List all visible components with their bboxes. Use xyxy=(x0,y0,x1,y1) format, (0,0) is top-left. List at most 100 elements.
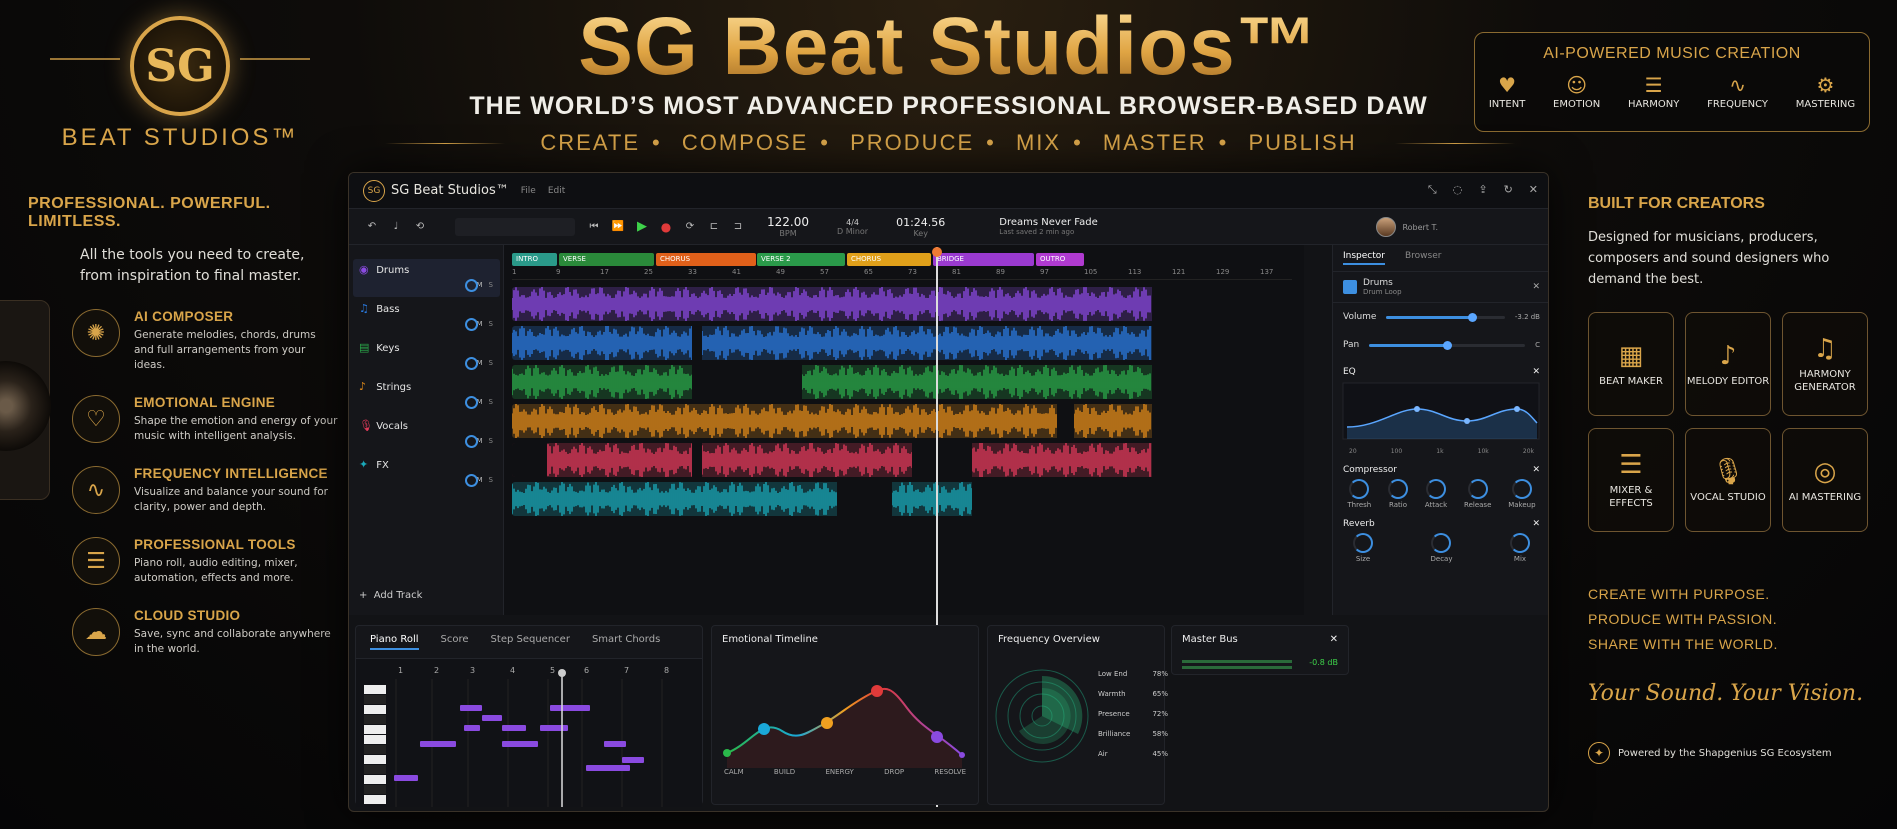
ai-frequency[interactable]: ∿ FREQUENCY xyxy=(1707,73,1768,110)
pan-label: Pan xyxy=(1343,340,1360,350)
chat-icon[interactable]: ◌ xyxy=(1453,183,1463,197)
feature-professional-tools: ☰ PROFESSIONAL TOOLS Piano roll, audio ed… xyxy=(28,537,338,586)
close-icon[interactable]: ✕ xyxy=(1532,282,1540,292)
tool-selector[interactable] xyxy=(455,217,575,236)
track-header[interactable]: 🎙 Vocals MS xyxy=(353,415,500,453)
section-marker[interactable]: OUTRO xyxy=(1036,253,1084,266)
close-icon[interactable]: ✕ xyxy=(1529,183,1538,197)
record-icon[interactable]: ● xyxy=(657,218,675,236)
undo-icon[interactable]: ↶ xyxy=(363,218,381,236)
track-pan-knob[interactable] xyxy=(465,396,478,409)
timeline-ruler[interactable]: 1 9 17 25 33 41 49 57 65 73 81 89 97 105 113 121 129 137 xyxy=(512,268,1292,280)
section-marker[interactable]: VERSE xyxy=(559,253,654,266)
track-pan-knob[interactable] xyxy=(465,318,478,331)
loop-icon[interactable]: ⟳ xyxy=(681,218,699,236)
track-header[interactable]: ◉ Drums MS xyxy=(353,259,500,297)
skip-back-icon[interactable]: ⏮ xyxy=(585,218,603,236)
track-pan-knob[interactable] xyxy=(465,435,478,448)
tool-harmony-generator[interactable]: ♫ HARMONY GENERATOR xyxy=(1782,312,1868,416)
track-pan-knob[interactable] xyxy=(465,357,478,370)
share-icon[interactable]: ⇪ xyxy=(1478,183,1487,197)
fx-knob[interactable]: Attack xyxy=(1425,479,1447,509)
close-icon[interactable]: ✕ xyxy=(1532,465,1540,475)
fx-knob[interactable]: Thresh xyxy=(1347,479,1371,509)
solo-button[interactable]: S xyxy=(489,437,493,445)
tool-beat-maker[interactable]: ▦ BEAT MAKER xyxy=(1588,312,1674,416)
signature-display[interactable]: 4/4 D Minor xyxy=(837,218,868,236)
loop-mode-icon[interactable]: ⟲ xyxy=(411,218,429,236)
track-lane[interactable] xyxy=(512,404,1302,438)
track-lane[interactable] xyxy=(512,287,1302,321)
band-name: Low End xyxy=(1098,670,1128,678)
tool-mixer-effects[interactable]: ☰ MIXER & EFFECTS xyxy=(1588,428,1674,532)
volume-slider[interactable] xyxy=(1386,312,1505,322)
section-marker[interactable]: CHORUS xyxy=(847,253,931,266)
solo-button[interactable]: S xyxy=(489,281,493,289)
track-lane[interactable] xyxy=(512,482,1302,516)
solo-button[interactable]: S xyxy=(489,320,493,328)
emotion-curve[interactable] xyxy=(712,653,978,773)
ai-mastering[interactable]: ⚙ MASTERING xyxy=(1796,73,1855,110)
tab-smart-chords[interactable]: Smart Chords xyxy=(592,634,660,650)
count-in-icon[interactable]: ⊐ xyxy=(729,218,747,236)
punch-icon[interactable]: ⊏ xyxy=(705,218,723,236)
fast-forward-icon[interactable]: ⏩ xyxy=(609,218,627,236)
fx-knob[interactable]: Ratio xyxy=(1388,479,1409,509)
tempo-value: 122.00 xyxy=(767,215,809,229)
eq-curve[interactable] xyxy=(1337,379,1547,449)
fx-knob[interactable]: Release xyxy=(1464,479,1491,509)
user-menu[interactable]: Robert T. xyxy=(1376,217,1438,237)
solo-button[interactable]: S xyxy=(489,476,493,484)
left-feature-column: PROFESSIONAL. POWERFUL. LIMITLESS. All t… xyxy=(28,195,338,657)
collapse-icon[interactable]: ⤡ xyxy=(1428,183,1437,197)
fx-knob[interactable]: Makeup xyxy=(1508,479,1536,509)
section-marker[interactable]: CHORUS xyxy=(656,253,756,266)
solo-button[interactable]: S xyxy=(489,398,493,406)
track-lane[interactable] xyxy=(512,326,1302,360)
fx-knob[interactable]: Decay xyxy=(1431,533,1452,563)
track-name: Drums xyxy=(376,265,410,276)
section-marker[interactable]: BRIDGE xyxy=(933,253,1034,266)
tab-score[interactable]: Score xyxy=(441,634,469,650)
piano-roll-grid[interactable]: 1 2 3 4 5 6 7 8 xyxy=(356,659,702,807)
song-info[interactable]: Dreams Never Fade Last saved 2 min ago xyxy=(999,217,1097,236)
section-marker[interactable]: INTRO xyxy=(512,253,557,266)
ai-intent[interactable]: ♥ INTENT xyxy=(1489,73,1525,110)
track-header[interactable]: ▤ Keys MS xyxy=(353,337,500,375)
brain-icon: ✺ xyxy=(72,309,120,357)
track-header[interactable]: ♪ Strings MS xyxy=(353,376,500,414)
track-header[interactable]: ♫ Bass MS xyxy=(353,298,500,336)
tab-step-sequencer[interactable]: Step Sequencer xyxy=(491,634,570,650)
close-icon[interactable]: ✕ xyxy=(1532,519,1540,529)
tab-browser[interactable]: Browser xyxy=(1405,251,1441,265)
solo-button[interactable]: S xyxy=(489,359,493,367)
close-icon[interactable]: ✕ xyxy=(1532,367,1540,377)
menu-edit[interactable]: Edit xyxy=(548,186,565,196)
arrangement-view[interactable]: INTRO VERSE CHORUS VERSE 2 CHORUS BRIDGE OUTRO… xyxy=(504,245,1304,807)
pan-slider[interactable] xyxy=(1369,340,1526,350)
playhead-handle[interactable] xyxy=(932,247,942,257)
close-icon[interactable]: ✕ xyxy=(1330,634,1338,645)
tab-piano-roll[interactable]: Piano Roll xyxy=(370,634,419,650)
tool-ai-mastering[interactable]: ◎ AI MASTERING xyxy=(1782,428,1868,532)
tempo-display[interactable]: 122.00 BPM xyxy=(767,215,809,238)
fx-knob[interactable]: Mix xyxy=(1509,533,1530,563)
ai-harmony[interactable]: ☰ HARMONY xyxy=(1628,73,1679,110)
track-header[interactable]: ✦ FX MS xyxy=(353,454,500,492)
ai-emotion[interactable]: ☺ EMOTION xyxy=(1553,73,1600,110)
menu-file[interactable]: File xyxy=(521,186,536,196)
play-icon[interactable]: ▶ xyxy=(633,218,651,236)
section-marker[interactable]: VERSE 2 xyxy=(757,253,845,266)
refresh-icon[interactable]: ↻ xyxy=(1504,183,1513,197)
track-pan-knob[interactable] xyxy=(465,279,478,292)
add-track-button[interactable]: + Add Track xyxy=(359,590,422,601)
track-lane[interactable] xyxy=(512,443,1302,477)
fx-knob[interactable]: Size xyxy=(1353,533,1373,563)
track-lane[interactable] xyxy=(512,365,1302,399)
tool-vocal-studio[interactable]: 🎙 VOCAL STUDIO xyxy=(1685,428,1771,532)
tool-melody-editor[interactable]: ♪ MELODY EDITOR xyxy=(1685,312,1771,416)
track-pan-knob[interactable] xyxy=(465,474,478,487)
knob-label: Thresh xyxy=(1347,501,1372,509)
metronome-icon[interactable]: ♩ xyxy=(387,218,405,236)
tab-inspector[interactable]: Inspector xyxy=(1343,251,1385,265)
